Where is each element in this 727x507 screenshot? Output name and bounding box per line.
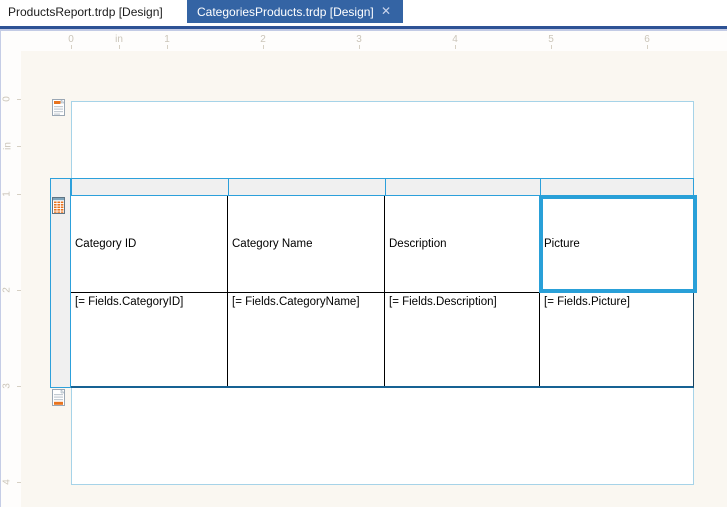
vruler-unit-label: in [2, 142, 14, 150]
header-cell-label: Category Name [232, 238, 313, 250]
hruler-tick [119, 45, 120, 49]
vruler-label: 0 [1, 96, 13, 102]
header-cell-category-name[interactable]: Category Name [228, 196, 385, 292]
header-cell-category-id[interactable]: Category ID [71, 196, 228, 292]
band-divider [540, 179, 541, 195]
data-cell-description[interactable]: [= Fields.Description] [385, 293, 540, 386]
field-expression: [= Fields.Picture] [544, 296, 630, 308]
hruler-unit-label: in [115, 34, 123, 45]
hruler-tick [359, 45, 360, 49]
header-cell-label: Category ID [75, 238, 137, 250]
table-data-row: [= Fields.CategoryID] [= Fields.Category… [71, 293, 694, 388]
hruler-tick [455, 45, 456, 49]
vruler-label: 3 [1, 383, 13, 389]
band-divider [228, 179, 229, 195]
tab-label: ProductsReport.trdp [Design] [8, 4, 163, 19]
detail-section-icon[interactable] [52, 197, 66, 215]
hruler-tick [647, 45, 648, 49]
vruler-tick [17, 290, 21, 291]
vertical-ruler: 0 in 1 2 3 4 [0, 31, 21, 507]
vruler-tick [17, 386, 21, 387]
band-divider [71, 179, 72, 195]
hruler-label: 6 [644, 34, 650, 45]
hruler-label: 4 [452, 34, 458, 45]
field-expression: [= Fields.CategoryID] [75, 296, 184, 308]
hruler-tick [71, 45, 72, 49]
vruler-label: 1 [1, 191, 13, 197]
band-divider [385, 179, 386, 195]
vruler-label: 2 [1, 287, 13, 293]
hruler-tick [551, 45, 552, 49]
header-cell-description[interactable]: Description [385, 196, 540, 292]
tab-categories-products[interactable]: CategoriesProducts.trdp [Design] ✕ [187, 0, 403, 23]
hruler-label: 3 [356, 34, 362, 45]
vruler-label: 4 [1, 479, 13, 485]
data-cell-category-name[interactable]: [= Fields.CategoryName] [228, 293, 385, 386]
hruler-label: 5 [548, 34, 554, 45]
tab-label: CategoriesProducts.trdp [Design] [197, 4, 374, 19]
vruler-tick [17, 99, 21, 100]
tab-products-report[interactable]: ProductsReport.trdp [Design] [0, 0, 187, 23]
document-tab-bar: ProductsReport.trdp [Design] CategoriesP… [0, 0, 727, 26]
hruler-tick [263, 45, 264, 49]
data-cell-picture[interactable]: [= Fields.Picture] [540, 293, 693, 386]
table-column-selector-band[interactable] [50, 178, 694, 196]
data-cell-category-id[interactable]: [= Fields.CategoryID] [71, 293, 228, 386]
close-tab-icon[interactable]: ✕ [381, 4, 391, 18]
page-header-section-icon[interactable] [52, 99, 66, 117]
header-cell-label: Description [389, 238, 447, 250]
hruler-label: 1 [164, 34, 170, 45]
vruler-tick [17, 194, 21, 195]
selected-cell-border [539, 195, 697, 293]
page-footer-section-icon[interactable] [52, 389, 66, 407]
vruler-tick [17, 146, 21, 147]
hruler-label: 2 [260, 34, 266, 45]
hruler-tick [167, 45, 168, 49]
field-expression: [= Fields.CategoryName] [232, 296, 360, 308]
field-expression: [= Fields.Description] [389, 296, 497, 308]
vruler-tick [17, 482, 21, 483]
horizontal-ruler: 0 in 1 2 3 4 5 6 [0, 31, 727, 51]
hruler-label: 0 [68, 34, 74, 45]
